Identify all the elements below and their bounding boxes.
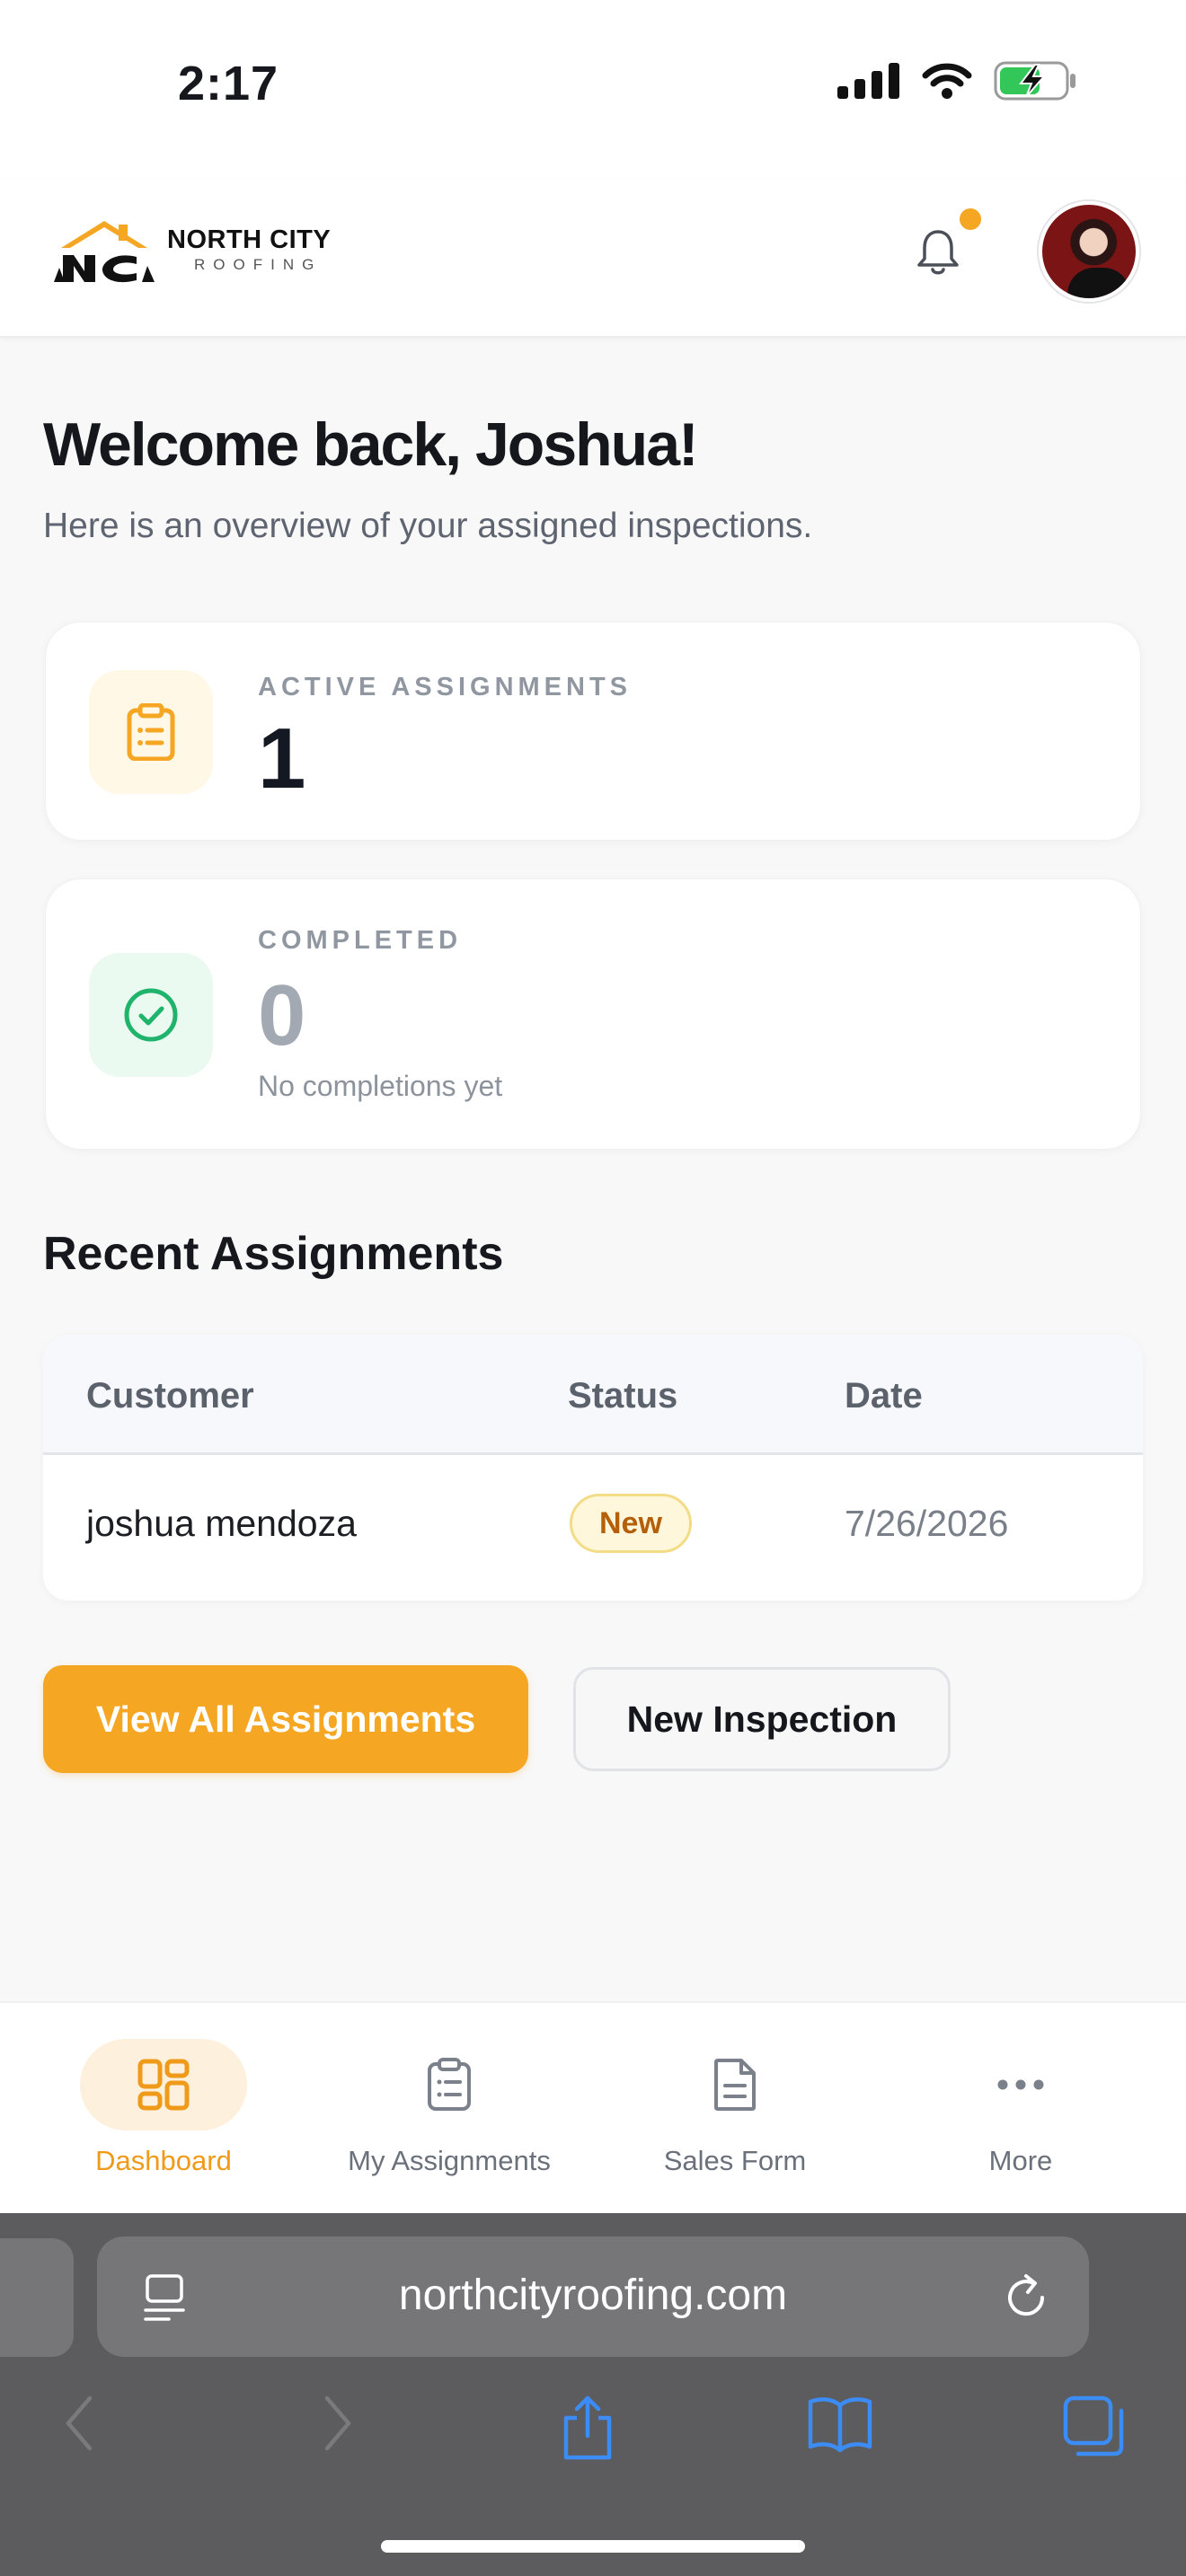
back-arrow-icon[interactable] [63,2395,95,2452]
more-dots-icon [997,2079,1044,2090]
bottom-tab-bar: Dashboard My Assignments Sales Form More [0,2001,1186,2213]
tab-my-assignments-label: My Assignments [348,2145,551,2176]
row-date: 7/26/2026 [845,1503,1009,1544]
check-circle-icon [124,988,178,1042]
recent-assignments-table: Customer Status Date joshua mendoza New … [43,1335,1143,1601]
cellular-signal-icon [837,63,899,99]
bookmarks-icon[interactable] [807,2395,873,2452]
view-all-assignments-button[interactable]: View All Assignments [43,1665,528,1773]
completed-note: No completions yet [258,1070,503,1102]
address-bar[interactable]: northcityroofing.com [97,2236,1089,2357]
status-icons [837,61,1078,101]
tab-dashboard-label: Dashboard [95,2145,232,2176]
completed-label: COMPLETED [258,926,463,955]
share-icon[interactable] [561,2395,615,2461]
tab-more[interactable]: More [872,2003,1169,2215]
table-row[interactable]: joshua mendoza New 7/26/2026 [43,1458,1143,1601]
status-badge: New [570,1494,692,1553]
ios-status-bar: 2:17 [0,0,1186,180]
tabs-icon[interactable] [1062,2395,1127,2459]
previous-tab-peek[interactable] [0,2238,74,2357]
row-customer: joshua mendoza [86,1503,357,1544]
dashboard-grid-icon [137,2059,190,2111]
active-icon-tile [89,670,213,794]
page-title: Welcome back, Joshua! [43,410,699,479]
recent-assignments-heading: Recent Assignments [43,1228,504,1280]
completed-card[interactable]: COMPLETED 0 No completions yet [45,878,1141,1150]
active-assignments-count: 1 [258,710,306,807]
tab-more-label: More [988,2145,1053,2176]
active-assignments-label: ACTIVE ASSIGNMENTS [258,673,633,701]
column-date: Date [845,1376,923,1416]
new-inspection-button[interactable]: New Inspection [573,1667,951,1771]
completed-count: 0 [258,967,306,1063]
app-header: NORTH CITY ROOFING [0,180,1186,338]
notifications-button[interactable] [915,226,961,281]
document-icon [714,2059,756,2111]
clipboard-list-icon [127,703,175,761]
forward-arrow-icon[interactable] [322,2395,354,2452]
north-city-roofing-logo[interactable]: NORTH CITY ROOFING [52,216,331,284]
tab-my-assignments[interactable]: My Assignments [301,2003,597,2215]
reload-icon[interactable] [1003,2271,1053,2325]
wifi-icon [922,63,972,99]
battery-charging-icon [994,61,1075,101]
tab-sales-form[interactable]: Sales Form [587,2003,883,2215]
browser-toolbar: northcityroofing.com [0,2213,1186,2576]
clipboard-icon [428,2058,471,2111]
column-customer: Customer [86,1376,254,1416]
avatar-figure [1067,268,1130,298]
active-assignments-card[interactable]: ACTIVE ASSIGNMENTS 1 [45,622,1141,841]
notification-dot [960,208,981,230]
page-subtitle: Here is an overview of your assigned ins… [43,507,813,545]
home-indicator [381,2540,805,2553]
house-logo-icon [54,221,155,283]
status-time: 2:17 [178,57,279,110]
column-status: Status [568,1376,678,1416]
bell-icon [917,230,959,275]
tab-dashboard[interactable]: Dashboard [15,2003,312,2215]
logo-name: NORTH CITY [167,225,332,254]
logo-subtitle: ROOFING [194,256,323,273]
tab-sales-form-label: Sales Form [663,2145,807,2176]
user-avatar[interactable] [1039,201,1139,302]
completed-icon-tile [89,953,213,1077]
url-text: northcityroofing.com [398,2272,788,2319]
table-header: Customer Status Date [43,1335,1143,1455]
